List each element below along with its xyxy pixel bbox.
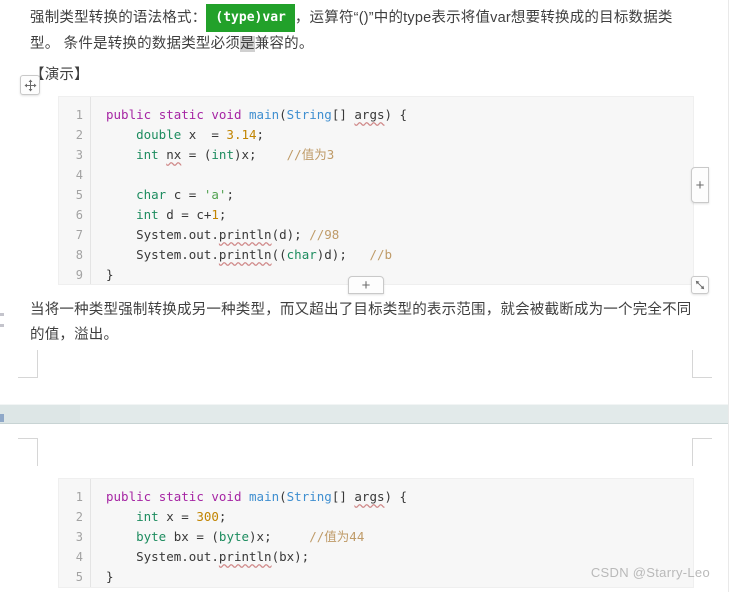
line-number: 9 — [75, 268, 83, 282]
line-number: 2 — [75, 510, 83, 524]
document-viewport: 强制类型转换的语法格式： (type)var ，运算符“()”中的type表示将值v… — [0, 0, 742, 592]
paragraph-intro-tail: 兼容的。 — [254, 36, 314, 52]
left-edge-artifact — [0, 324, 4, 327]
line-number: 8 — [75, 248, 83, 262]
line-number: 4 — [75, 550, 83, 564]
line-number: 7 — [75, 228, 83, 242]
line-number: 2 — [75, 128, 83, 142]
left-edge-artifact — [0, 414, 4, 422]
page-corner-mark-top-right — [692, 438, 712, 466]
move-handle-icon[interactable] — [20, 75, 40, 95]
line-number: 6 — [75, 208, 83, 222]
page-separator-shade — [0, 405, 80, 423]
add-column-button[interactable]: + — [691, 167, 709, 203]
code-gutter-secondary: 1 2 3 4 5 — [59, 479, 91, 587]
code-line: int nx = (int)x; //值为3 — [136, 147, 335, 162]
code-line: int d = c+1; — [136, 207, 227, 222]
resize-handle-icon[interactable] — [691, 276, 709, 294]
code-line: double x = 3.14; — [136, 127, 265, 142]
csdn-watermark: CSDN @Starry-Leo — [590, 565, 710, 580]
code-block-primary[interactable]: 1 2 3 4 5 6 7 8 9 public static void mai… — [58, 96, 694, 285]
line-number: 3 — [75, 530, 83, 544]
code-line: int x = 300; — [136, 509, 227, 524]
page-corner-mark-bottom-left — [18, 350, 38, 378]
page-separator-gap — [0, 404, 742, 424]
line-number: 1 — [75, 108, 83, 122]
document-page-1: 强制类型转换的语法格式： (type)var ，运算符“()”中的type表示将值v… — [0, 0, 728, 404]
page-corner-mark-top-left — [18, 438, 38, 466]
code-line: byte bx = (byte)x; //值为44 — [136, 529, 365, 544]
left-edge-artifact — [0, 313, 4, 316]
code-gutter-primary: 1 2 3 4 5 6 7 8 9 — [59, 97, 91, 284]
code-line: System.out.println(bx); — [106, 549, 310, 564]
document-page-2: 1 2 3 4 5 public static void main(String… — [0, 424, 728, 592]
paragraph-intro-prefix: 强制类型转换的语法格式： — [30, 10, 207, 26]
line-number: 3 — [75, 148, 83, 162]
line-number: 5 — [75, 570, 83, 584]
type-cast-badge: (type)var — [206, 4, 295, 32]
code-line: public static void main(String[] args) { — [106, 107, 408, 122]
code-line: } — [106, 267, 114, 282]
paragraph-intro: 强制类型转换的语法格式： (type)var ，运算符“()”中的type表示将值v… — [30, 4, 692, 57]
code-line: public static void main(String[] args) { — [106, 489, 408, 504]
code-body-primary[interactable]: public static void main(String[] args) {… — [91, 97, 693, 284]
line-number: 4 — [75, 168, 83, 182]
add-row-button[interactable]: + — [348, 276, 384, 294]
page-corner-mark-bottom-right — [692, 350, 712, 378]
page-right-edge-strip — [728, 0, 742, 592]
paragraph-demo-label: 【演示】 — [30, 67, 89, 83]
paragraph-intro-selection: 是 — [240, 36, 255, 52]
code-line: char c = 'a'; — [136, 187, 234, 202]
paragraph-after: 当将一种类型强制转换成另一种类型，而又超出了目标类型的表示范围，就会被截断成为一… — [30, 302, 692, 343]
code-line: System.out.println((char)d); //b — [106, 247, 393, 262]
code-line: System.out.println(d); //98 — [106, 227, 340, 242]
line-number: 5 — [75, 188, 83, 202]
line-number: 1 — [75, 490, 83, 504]
